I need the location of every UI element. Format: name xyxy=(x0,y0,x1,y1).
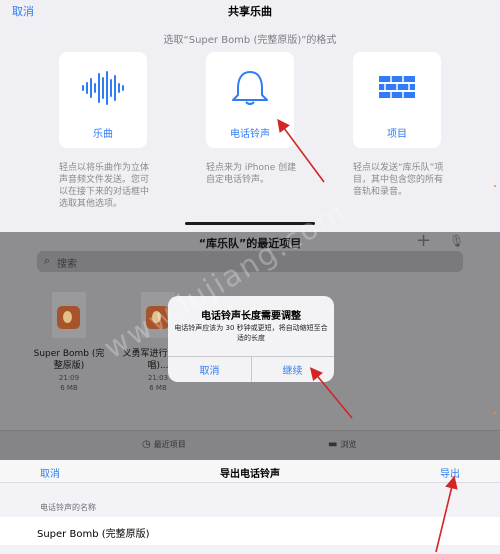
arrow-to-export xyxy=(435,475,458,553)
arrow-to-continue xyxy=(309,367,353,419)
arrow-to-ringtone xyxy=(277,118,325,183)
annotation-arrows xyxy=(277,118,458,553)
